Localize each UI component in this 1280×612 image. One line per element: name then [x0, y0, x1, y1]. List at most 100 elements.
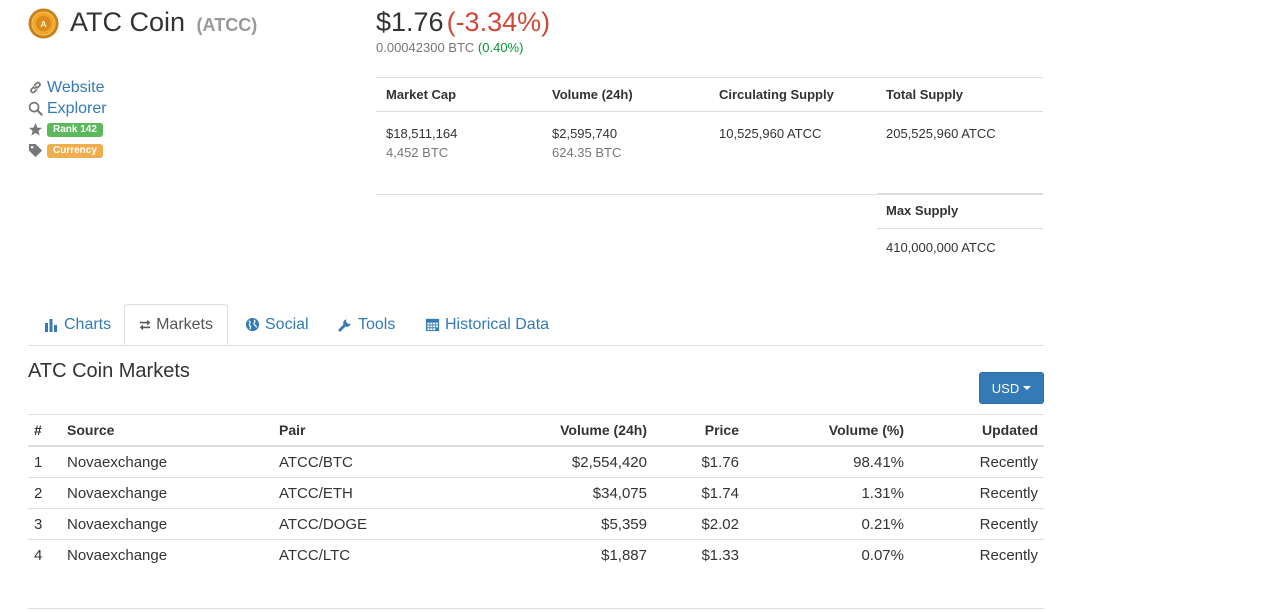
pair-link[interactable]: ATCC/ETH: [273, 477, 473, 509]
row-number: 4: [28, 539, 61, 570]
total-supply-header: Total Supply: [886, 87, 964, 102]
btc-change: (0.40%): [477, 40, 524, 55]
caret-down-icon: [1023, 386, 1032, 390]
wrench-icon: [338, 319, 351, 332]
table-row: 4 Novaexchange ATCC/LTC $1,887 $1.33 0.0…: [28, 539, 1044, 570]
price-btc: 0.00042300 BTC: [376, 40, 475, 55]
market-cap-usd: $18,511,164: [386, 126, 458, 141]
star-icon: [28, 122, 43, 136]
website-link[interactable]: Website: [28, 77, 228, 98]
rank-row: Rank 142: [28, 119, 228, 140]
rank-badge: Rank 142: [47, 122, 103, 137]
bar-chart-icon: [45, 318, 57, 332]
volume-cell: $2,595,740 624.35 BTC: [542, 112, 709, 194]
source-link[interactable]: Novaexchange: [61, 539, 273, 570]
price-block: $1.76 (-3.34%): [376, 7, 550, 38]
category-badge: Currency: [47, 143, 103, 158]
markets-table: # Source Pair Volume (24h) Price Volume …: [28, 414, 1044, 570]
max-supply-value: 410,000,000 ATCC: [886, 240, 996, 255]
tab-charts-label: Charts: [64, 315, 112, 333]
tab-markets[interactable]: Markets: [124, 304, 228, 345]
tab-social[interactable]: Social: [245, 304, 309, 345]
volume-pct-cell: 0.07%: [745, 539, 910, 570]
total-supply-value: 205,525,960 ATCC: [886, 126, 996, 141]
circulating-supply-cell: 10,525,960 ATCC: [709, 112, 876, 194]
volume-btc: 624.35 BTC: [552, 145, 622, 160]
explorer-label[interactable]: Explorer: [47, 100, 107, 118]
markets-header-row: # Source Pair Volume (24h) Price Volume …: [28, 414, 1044, 447]
row-number: 2: [28, 477, 61, 509]
volume-cell: $1,887: [473, 539, 653, 570]
volume-header: Volume (24h): [552, 87, 633, 102]
volume-pct-cell: 0.21%: [745, 508, 910, 540]
tab-social-label: Social: [265, 315, 309, 333]
coin-symbol: (ATCC): [196, 15, 258, 35]
col-updated-header: Updated: [910, 414, 1044, 447]
website-label[interactable]: Website: [47, 79, 105, 97]
exchange-arrows-icon: [139, 319, 151, 330]
price-change: (-3.34%): [446, 7, 551, 37]
tab-historical-data-label: Historical Data: [445, 315, 550, 333]
tag-icon: [28, 143, 43, 158]
coin-name: ATC Coin: [70, 7, 186, 37]
col-rank-header: #: [28, 414, 61, 447]
table-row: 2 Novaexchange ATCC/ETH $34,075 $1.74 1.…: [28, 477, 1044, 509]
volume-cell: $5,359: [473, 508, 653, 540]
market-cap-cell: $18,511,164 4,452 BTC: [376, 112, 542, 194]
pair-link[interactable]: ATCC/DOGE: [273, 508, 473, 540]
source-link[interactable]: Novaexchange: [61, 477, 273, 509]
tab-tools[interactable]: Tools: [338, 304, 395, 345]
tab-charts[interactable]: Charts: [44, 304, 111, 345]
source-link[interactable]: Novaexchange: [61, 508, 273, 540]
volume-pct-cell: 1.31%: [745, 477, 910, 509]
updated-cell: Recently: [910, 445, 1044, 478]
table-row: 3 Novaexchange ATCC/DOGE $5,359 $2.02 0.…: [28, 508, 1044, 540]
pair-link[interactable]: ATCC/BTC: [273, 445, 473, 478]
coin-title: ATC Coin (ATCC): [70, 7, 257, 38]
coin-logo-icon: A: [28, 8, 59, 39]
price-btc-line: 0.00042300 BTC (0.40%): [376, 40, 523, 55]
category-row: Currency: [28, 140, 228, 161]
divider: [28, 608, 1044, 609]
market-cap-header: Market Cap: [386, 87, 457, 102]
col-source-header: Source: [61, 414, 273, 447]
volume-cell: $34,075: [473, 477, 653, 509]
volume-cell: $2,554,420: [473, 445, 653, 478]
volume-pct-cell: 98.41%: [745, 445, 910, 478]
market-cap-btc: 4,452 BTC: [386, 145, 449, 160]
pair-link[interactable]: ATCC/LTC: [273, 539, 473, 570]
source-link[interactable]: Novaexchange: [61, 445, 273, 478]
stats-header-row: Market Cap Volume (24h) Circulating Supp…: [376, 78, 1043, 112]
col-volume-header: Volume (24h): [473, 414, 653, 447]
stats-value-row: $18,511,164 4,452 BTC $2,595,740 624.35 …: [376, 112, 1043, 195]
col-pair-header: Pair: [273, 414, 473, 447]
col-price-header: Price: [653, 414, 745, 447]
row-number: 3: [28, 508, 61, 540]
currency-dropdown-button[interactable]: USD: [979, 372, 1044, 404]
price-cell: $2.02: [653, 508, 745, 540]
currency-label: USD: [991, 380, 1020, 396]
link-icon: [30, 81, 41, 94]
tab-markets-label: Markets: [156, 315, 213, 333]
svg-text:A: A: [40, 19, 47, 29]
coin-stats-table: Market Cap Volume (24h) Circulating Supp…: [376, 77, 1043, 195]
volume-usd: $2,595,740: [552, 126, 618, 141]
updated-cell: Recently: [910, 477, 1044, 509]
updated-cell: Recently: [910, 508, 1044, 540]
max-supply-header: Max Supply: [877, 194, 1043, 229]
row-number: 1: [28, 445, 61, 478]
search-icon: [28, 101, 43, 116]
max-supply-table: Max Supply 410,000,000 ATCC: [877, 193, 1043, 255]
updated-cell: Recently: [910, 539, 1044, 570]
circulating-supply-value: 10,525,960 ATCC: [719, 126, 822, 141]
col-volume-pct-header: Volume (%): [745, 414, 910, 447]
globe-icon: [245, 317, 260, 332]
explorer-link[interactable]: Explorer: [28, 98, 228, 119]
section-tabs: Charts Markets Social Tools Historical D…: [28, 304, 1044, 346]
table-row: 1 Novaexchange ATCC/BTC $2,554,420 $1.76…: [28, 445, 1044, 478]
total-supply-cell: 205,525,960 ATCC: [876, 112, 1043, 194]
tab-tools-label: Tools: [358, 315, 396, 333]
circulating-supply-header: Circulating Supply: [719, 87, 834, 102]
price-usd: $1.76: [376, 7, 444, 37]
tab-historical-data[interactable]: Historical Data: [425, 304, 549, 345]
